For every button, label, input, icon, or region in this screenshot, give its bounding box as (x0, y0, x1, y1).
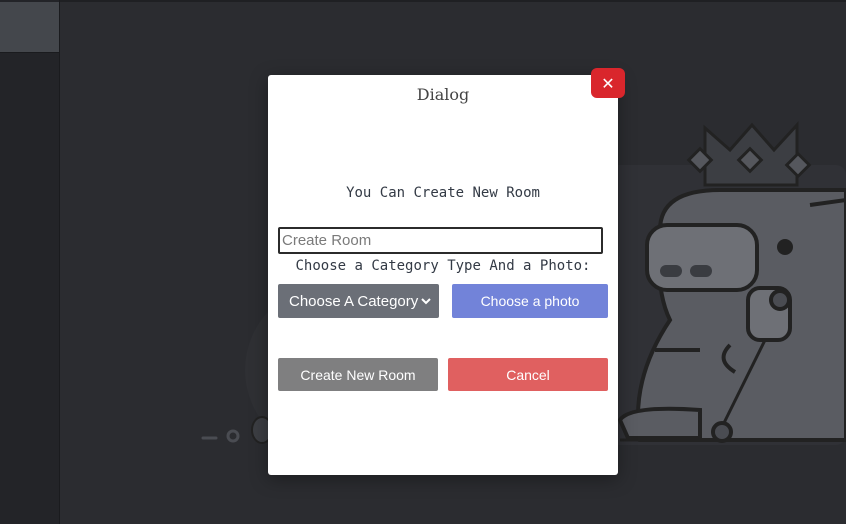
mascot-foot (617, 406, 702, 440)
create-room-input[interactable] (278, 227, 603, 254)
category-select-value: Choose A Category (289, 292, 419, 310)
create-room-dialog: Dialog ✕ You Can Create New Room Choose … (268, 68, 625, 475)
close-button[interactable]: ✕ (591, 68, 625, 98)
category-prompt: Choose a Category Type And a Photo: (295, 258, 591, 274)
pebble-icon (226, 429, 240, 443)
mascot-icon (636, 188, 846, 442)
cancel-button[interactable]: Cancel (448, 358, 608, 391)
chevron-down-icon (421, 294, 431, 308)
category-select[interactable]: Choose A Category (278, 284, 439, 318)
app-window: Dialog ✕ You Can Create New Room Choose … (0, 0, 846, 524)
close-icon: ✕ (601, 73, 615, 93)
dialog-subtitle: You Can Create New Room (346, 185, 540, 201)
crown-icon (686, 121, 812, 187)
choose-photo-button[interactable]: Choose a photo (452, 284, 608, 318)
dialog-title: Dialog (416, 85, 470, 104)
create-room-button[interactable]: Create New Room (278, 358, 438, 391)
